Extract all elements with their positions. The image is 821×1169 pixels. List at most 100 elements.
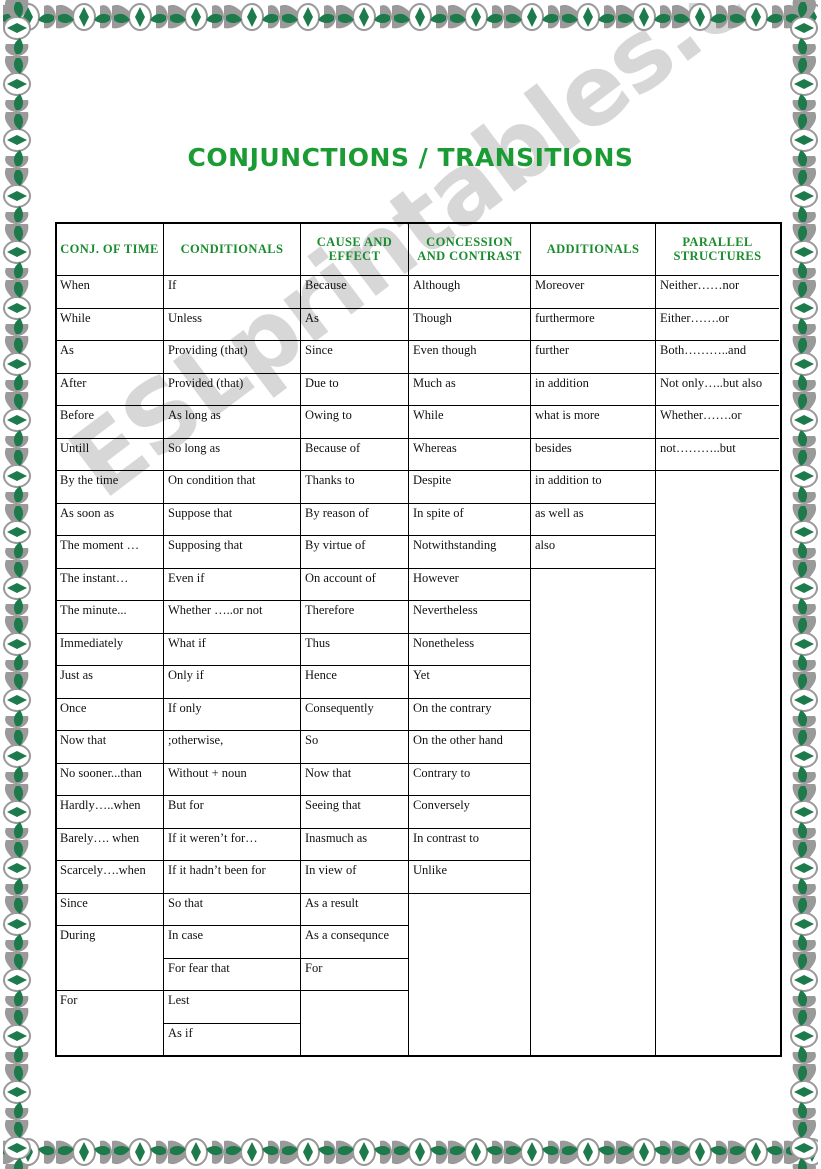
table-cell: what is more [531,406,655,439]
table-cell: On account of [301,569,408,601]
table-cell: In view of [301,861,408,894]
column-header-conditionals: CONDITIONALS [164,223,300,276]
table-cell: The instant… [56,569,163,601]
table-column-empty-space [531,569,655,1057]
table-cell: For [301,959,408,991]
page-title: CONJUNCTIONS / TRANSITIONS [187,143,634,172]
table-cell: On the contrary [409,699,530,731]
table-cell: By virtue of [301,536,408,569]
table-cell: Lest [164,991,300,1024]
table-cell: But for [164,796,300,829]
table-cell: The minute... [56,601,163,634]
table-cell: Nevertheless [409,601,530,634]
table-column-conditionals: CONDITIONALS If Unless Providing (that) … [164,223,301,1056]
table-cell: Scarcely….when [56,861,163,894]
table-column-concession-and-contrast: CONCESSION AND CONTRAST Although Though … [409,223,531,1056]
table-cell: As a result [301,894,408,926]
table-cell: Although [409,276,530,309]
table-cell: As a consequnce [301,926,408,959]
table-cell: While [409,406,530,439]
table-cell: not………..but [656,439,779,471]
table-cell: Consequently [301,699,408,731]
table-cell: As [301,309,408,341]
table-cell: For fear that [164,959,300,991]
table-cell: Therefore [301,601,408,634]
table-cell: However [409,569,530,601]
table-cell: As soon as [56,504,163,536]
conjunctions-table: CONJ. OF TIME When While As After Before… [55,222,782,1057]
table-cell: Though [409,309,530,341]
table-cell: Immediately [56,634,163,666]
table-cell: Notwithstanding [409,536,530,569]
table-cell: in addition [531,374,655,406]
table-cell: The moment … [56,536,163,569]
table-cell: Barely…. when [56,829,163,861]
table-cell: Because [301,276,408,309]
table-cell: What if [164,634,300,666]
table-cell: So long as [164,439,300,471]
table-cell: On condition that [164,471,300,504]
table-cell: So [301,731,408,764]
table-cell: Whether…….or [656,406,779,439]
column-header-parallel-structures: PARALLEL STRUCTURES [656,223,779,276]
table-cell: Before [56,406,163,439]
table-cell: By reason of [301,504,408,536]
table-cell: Even if [164,569,300,601]
table-cell: Even though [409,341,530,374]
table-cell: Suppose that [164,504,300,536]
table-cell: Now that [301,764,408,796]
table-cell: Hence [301,666,408,699]
table-column-conj-of-time: CONJ. OF TIME When While As After Before… [56,223,164,1056]
column-header-conj-of-time: CONJ. OF TIME [56,223,163,276]
table-cell: Untill [56,439,163,471]
table-cell: Since [301,341,408,374]
table-cell: Much as [409,374,530,406]
table-cell: in addition to [531,471,655,504]
table-cell: Due to [301,374,408,406]
table-cell: Despite [409,471,530,504]
table-column-additionals: ADDITIONALS Moreover furthermore further… [531,223,656,1056]
table-cell: Unless [164,309,300,341]
table-cell: Neither……nor [656,276,779,309]
table-cell: If it hadn’t been for [164,861,300,894]
table-cell: So that [164,894,300,926]
table-cell: During [60,928,96,942]
table-cell: Once [56,699,163,731]
table-cell: When [56,276,163,309]
table-cell: Owing to [301,406,408,439]
table-cell: Since [56,894,163,926]
table-cell: Just as [56,666,163,699]
table-cell: Providing (that) [164,341,300,374]
table-column-parallel-structures: PARALLEL STRUCTURES Neither……nor Either…… [656,223,779,1056]
table-cell: While [56,309,163,341]
table-cell: furthermore [531,309,655,341]
table-cell: Contrary to [409,764,530,796]
table-column-empty-space [656,471,779,1056]
table-cell: After [56,374,163,406]
column-header-cause-and-effect: CAUSE AND EFFECT [301,223,408,276]
table-cell: besides [531,439,655,471]
table-cell: also [531,536,655,569]
table-cell-spacer [56,1024,163,1057]
table-cell: Because of [301,439,408,471]
table-cell: Now that [56,731,163,764]
table-cell: ;otherwise, [164,731,300,764]
table-cell: Whether …..or not [164,601,300,634]
table-cell: Seeing that [301,796,408,829]
table-cell: Moreover [531,276,655,309]
table-column-empty-space [409,894,530,1057]
table-cell: Unlike [409,861,530,894]
table-cell: Not only…..but also [656,374,779,406]
table-column-empty-space [301,991,408,1056]
table-column-cause-and-effect: CAUSE AND EFFECT Because As Since Due to… [301,223,409,1056]
table-cell: Either…….or [656,309,779,341]
table-cell: Hardly…..when [56,796,163,829]
table-cell: Without + noun [164,764,300,796]
table-cell: Thanks to [301,471,408,504]
table-cell: Yet [409,666,530,699]
column-header-concession-and-contrast: CONCESSION AND CONTRAST [409,223,530,276]
table-cell: Conversely [409,796,530,829]
table-cell: In case [164,926,300,959]
table-cell: As long as [164,406,300,439]
table-cell: In spite of [409,504,530,536]
